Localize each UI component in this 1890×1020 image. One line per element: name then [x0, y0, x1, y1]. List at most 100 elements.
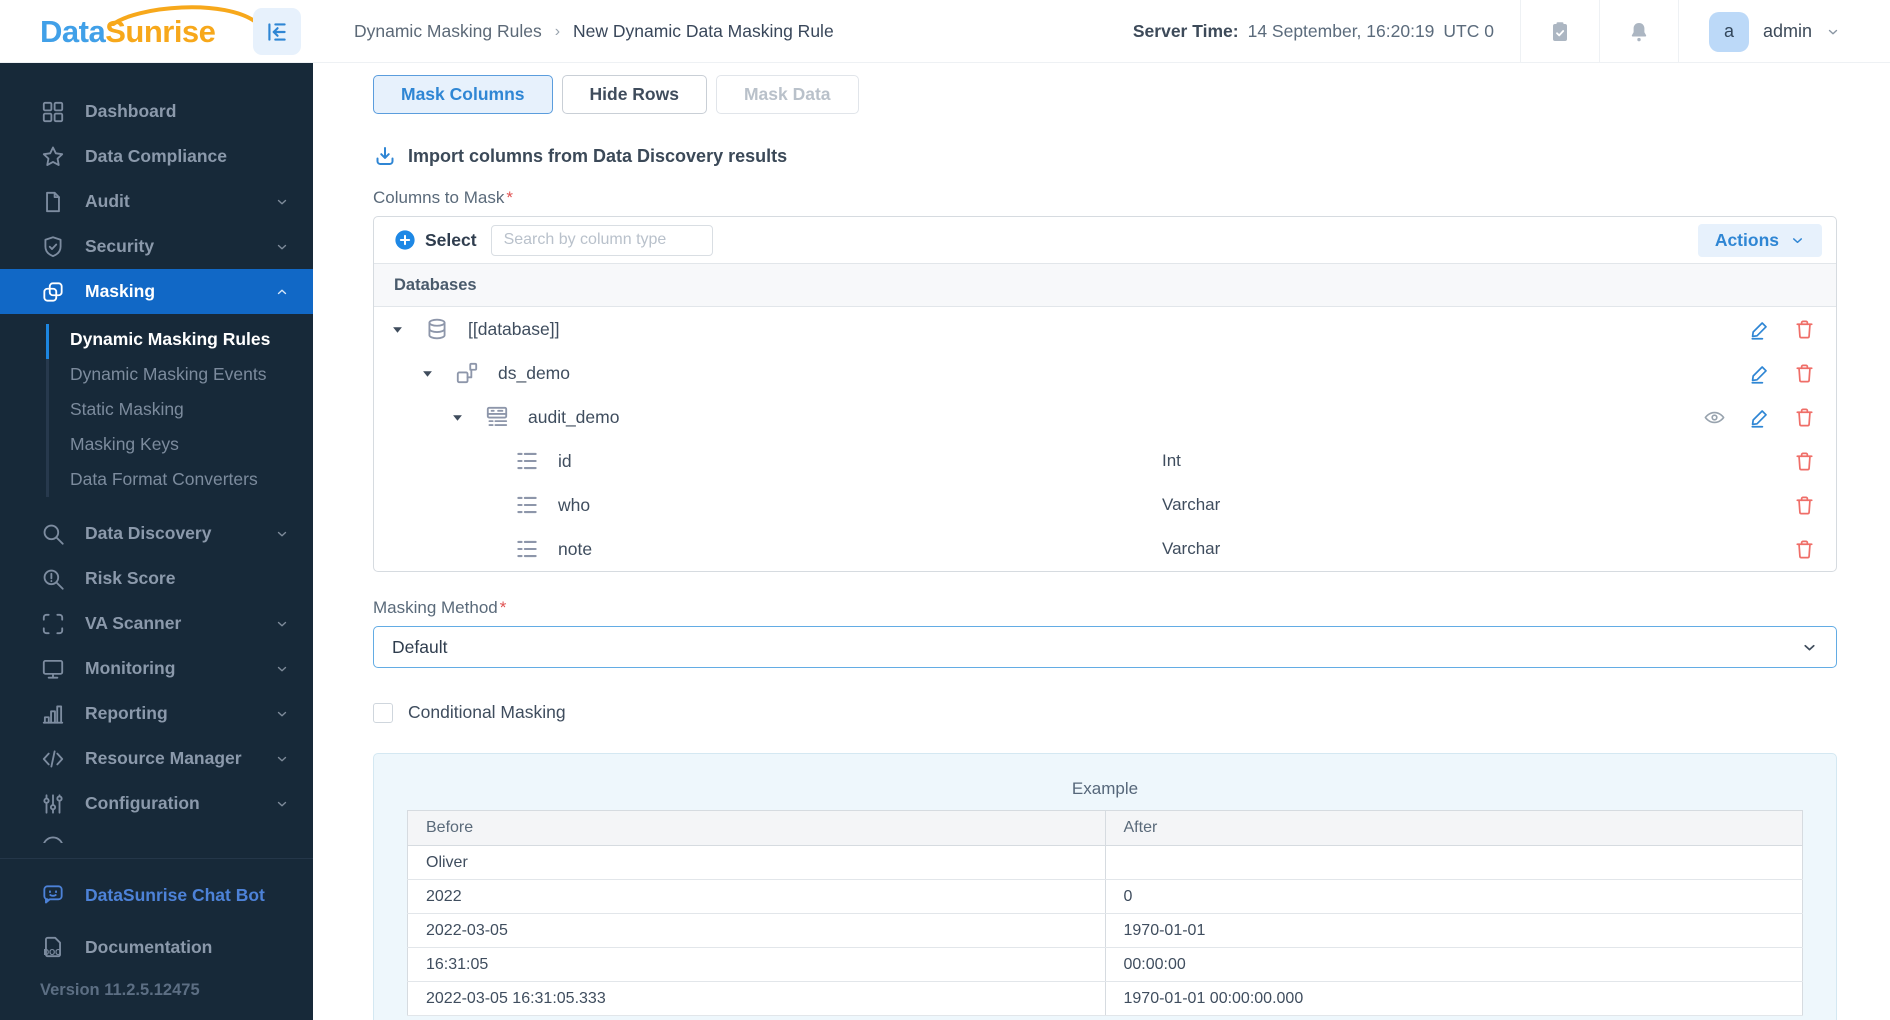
- user-name: admin: [1762, 21, 1812, 41]
- sidebar-item-data-discovery[interactable]: Data Discovery: [0, 511, 313, 556]
- mask-icon: [40, 279, 66, 305]
- chevron-down-icon: [1790, 233, 1805, 248]
- svg-text:DOC: DOC: [43, 948, 61, 957]
- logo-arc: [110, 5, 259, 26]
- risk-icon: [40, 566, 66, 592]
- columns-panel: Select Actions Databases [[database]]ds_…: [373, 216, 1837, 572]
- masking-method-select[interactable]: Default: [373, 626, 1837, 668]
- table-icon: [484, 404, 510, 430]
- breadcrumb-parent[interactable]: Dynamic Masking Rules: [354, 21, 542, 42]
- example-cell: 1970-01-01 00:00:00.000: [1104, 981, 1803, 1016]
- eye-icon[interactable]: [1703, 406, 1726, 429]
- pencil-icon[interactable]: [1748, 362, 1771, 385]
- sidebar-item-documentation[interactable]: DOC Documentation: [0, 921, 313, 973]
- sidebar-divider: [0, 858, 313, 859]
- trash-icon[interactable]: [1793, 538, 1816, 561]
- tab-hide-rows[interactable]: Hide Rows: [561, 75, 707, 114]
- sidebar-item-masking[interactable]: Masking: [0, 269, 313, 314]
- pencil-icon[interactable]: [1748, 318, 1771, 341]
- tree-caret-icon[interactable]: [392, 324, 406, 335]
- sidebar-item-audit[interactable]: Audit: [0, 179, 313, 224]
- trash-icon[interactable]: [1793, 494, 1816, 517]
- columns-tree: [[database]] ds_demo audit_demo id Int who Var…: [374, 307, 1836, 571]
- pencil-icon[interactable]: [1748, 406, 1771, 429]
- sidebar-item-resource-manager[interactable]: Resource Manager: [0, 736, 313, 781]
- sidebar-item-risk-score[interactable]: Risk Score: [0, 556, 313, 601]
- tasks-button[interactable]: [1521, 0, 1599, 63]
- sidebar-item-chat-bot[interactable]: DataSunrise Chat Bot: [0, 869, 313, 921]
- sidebar-item-data-compliance[interactable]: Data Compliance: [0, 134, 313, 179]
- avatar: a: [1708, 11, 1749, 52]
- trash-icon[interactable]: [1793, 450, 1816, 473]
- conditional-masking-checkbox[interactable]: [373, 702, 393, 723]
- trash-icon[interactable]: [1793, 362, 1816, 385]
- sidebar-item-monitoring[interactable]: Monitoring: [0, 646, 313, 691]
- sidebar-item-reporting[interactable]: Reporting: [0, 691, 313, 736]
- example-cell: Oliver: [407, 845, 1105, 880]
- tab-mask-data: Mask Data: [715, 75, 859, 114]
- example-cell: 00:00:00: [1104, 947, 1803, 982]
- bell-icon: [1627, 20, 1651, 44]
- example-row: 16:31:05 00:00:00: [407, 947, 1803, 982]
- topbar-right-cluster: Server Time: 14 September, 16:20:19 UTC …: [1133, 0, 1890, 63]
- top-bar: Data Sunrise Dynamic Masking Rules › New …: [0, 0, 1890, 63]
- clipboard-check-icon: [1548, 20, 1572, 44]
- sidebar-item-va-scanner[interactable]: VA Scanner: [0, 601, 313, 646]
- sidebar-collapse-button[interactable]: [253, 8, 301, 55]
- required-asterisk: *: [506, 188, 513, 207]
- server-time-zone: UTC 0: [1443, 21, 1494, 41]
- example-cell: 16:31:05: [407, 947, 1105, 982]
- tree-row-ds-demo: ds_demo: [374, 351, 1836, 395]
- user-menu[interactable]: a admin: [1679, 11, 1890, 52]
- sidebar-item-security[interactable]: Security: [0, 224, 313, 269]
- example-row: 2022 0: [407, 879, 1803, 914]
- tree-row-note: note Varchar: [374, 527, 1836, 571]
- sidebar-footer: DataSunrise Chat Bot DOC Documentation V…: [0, 858, 313, 1020]
- required-asterisk: *: [499, 598, 507, 617]
- example-cell: 0: [1104, 879, 1803, 914]
- server-time: Server Time: 14 September, 16:20:19 UTC …: [1133, 21, 1520, 42]
- monitor-icon: [40, 656, 66, 682]
- datasunrise-logo: Data Sunrise: [40, 0, 259, 63]
- sidebar-item-configuration[interactable]: Configuration: [0, 781, 313, 826]
- tree-row-who: who Varchar: [374, 483, 1836, 527]
- chevron-down-icon: [1801, 639, 1818, 656]
- submenu-active-marker: [46, 324, 49, 359]
- example-row: 2022-03-05 16:31:05.333 1970-01-01 00:00:…: [407, 981, 1803, 1016]
- notifications-button[interactable]: [1600, 0, 1678, 63]
- chat-bot-icon: [40, 882, 66, 908]
- example-cell: 2022: [407, 879, 1105, 914]
- sidebar-item-dashboard[interactable]: Dashboard: [0, 89, 313, 134]
- chevron-up-icon: [275, 285, 289, 299]
- example-cell: 2022-03-05: [407, 913, 1105, 948]
- documentation-icon: DOC: [40, 934, 66, 960]
- conditional-masking-label: Conditional Masking: [408, 702, 566, 722]
- documentation-label: Documentation: [85, 936, 213, 957]
- chevron-down-icon: [275, 752, 289, 766]
- chevron-down-icon: [275, 662, 289, 676]
- select-columns-button[interactable]: Select: [394, 229, 477, 251]
- tree-caret-icon[interactable]: [422, 368, 436, 379]
- breadcrumb-current: New Dynamic Data Masking Rule: [573, 21, 834, 41]
- grid-icon: [40, 99, 66, 125]
- schema-icon: [454, 360, 480, 386]
- column-type: Varchar: [1162, 539, 1221, 558]
- databases-header: Databases: [374, 263, 1836, 307]
- actions-button-label: Actions: [1714, 229, 1779, 250]
- actions-button[interactable]: Actions: [1697, 223, 1822, 257]
- tab-mask-columns[interactable]: Mask Columns: [373, 75, 553, 114]
- breadcrumb: Dynamic Masking Rules › New Dynamic Data…: [354, 0, 834, 63]
- tree-caret-icon[interactable]: [452, 412, 466, 423]
- mask-mode-tabs: Mask Columns Hide Rows Mask Data: [373, 75, 1837, 114]
- import-columns-link[interactable]: Import columns from Data Discovery resul…: [373, 144, 1837, 168]
- database-icon: [424, 316, 450, 342]
- tree-row-audit-demo: audit_demo: [374, 395, 1836, 439]
- shield-icon: [40, 234, 66, 260]
- tree-row-id: id Int: [374, 439, 1836, 483]
- collapse-sidebar-icon: [264, 19, 290, 45]
- column-search-input[interactable]: [490, 224, 713, 256]
- example-col-before: Before: [407, 810, 1105, 846]
- trash-icon[interactable]: [1793, 318, 1816, 341]
- masking-method-label: Masking Method *: [373, 598, 507, 617]
- trash-icon[interactable]: [1793, 406, 1816, 429]
